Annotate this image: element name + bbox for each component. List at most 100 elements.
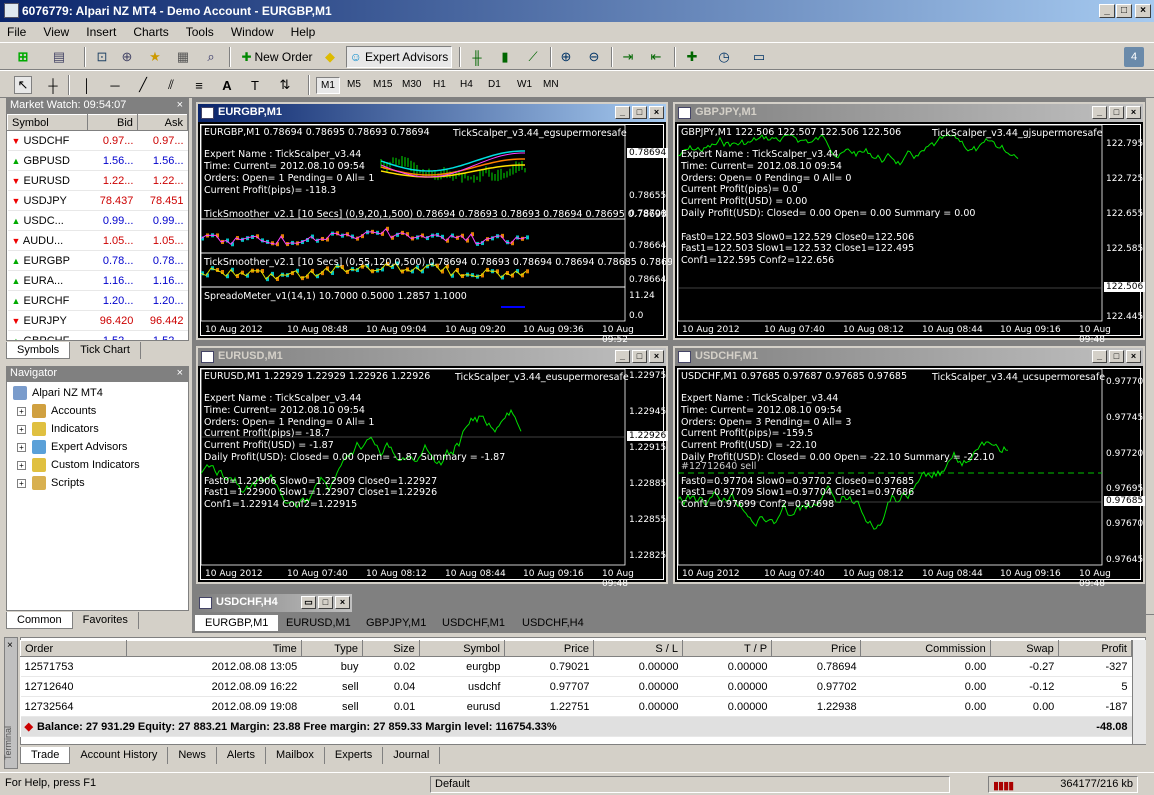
auto-scroll-icon[interactable]: ⇥ [619,48,637,66]
market-watch-row[interactable]: ▲ EURA... 1.16... 1.16... [7,270,188,291]
market-watch-row[interactable]: ▲ EURCHF 1.20... 1.20... [7,290,188,311]
tab-mailbox[interactable]: Mailbox [266,747,325,764]
text-label-icon[interactable]: T [246,76,264,94]
tf-h1[interactable]: H1 [429,77,450,92]
minimize-button[interactable]: _ [1092,350,1107,363]
maximize-button[interactable]: □ [1109,350,1124,363]
close-icon[interactable]: × [7,640,13,651]
tab-account-history[interactable]: Account History [70,747,169,764]
close-button[interactable]: × [649,350,664,363]
market-watch-row[interactable]: ▼ AUDU... 1.05... 1.05... [7,230,188,251]
nav-custom-indicators[interactable]: + Custom Indicators [17,458,140,472]
col-symbol[interactable]: Symbol [7,114,88,131]
menu-tools[interactable]: Tools [179,22,221,39]
chart-title[interactable]: EURGBP,M1 _ □ × [198,104,666,122]
chart-title[interactable]: GBPJPY,M1 _ □ × [675,104,1143,122]
vertical-line-icon[interactable]: │ [78,76,96,94]
line-chart-icon[interactable]: ⟋ [524,48,542,66]
close-icon[interactable]: × [177,99,183,111]
close-icon[interactable]: × [177,367,183,379]
market-watch-icon[interactable]: ⊡ [93,48,111,66]
minimize-button[interactable]: _ [615,106,630,119]
menu-charts[interactable]: Charts [126,22,175,39]
chart-title[interactable]: USDCHF,M1 _ □ × [675,348,1143,366]
col-profit-11[interactable]: Profit [1057,640,1133,657]
chart-window-gbpjpy[interactable]: GBPJPY,M1 _ □ × GBPJPY,M1 122.506 122.50… [672,101,1146,345]
nav-indicators[interactable]: + Indicators [17,422,99,436]
periods-icon[interactable]: ◷ [715,48,733,66]
horizontal-line-icon[interactable]: ─ [106,76,124,94]
chart-canvas[interactable]: GBPJPY,M1 122.506 122.507 122.506 122.50… [677,124,1146,345]
chart-canvas[interactable]: EURGBP,M1 0.78694 0.78695 0.78693 0.7869… [200,124,679,345]
market-watch-row[interactable]: ▼ EURUSD 1.22... 1.22... [7,170,188,191]
menu-view[interactable]: View [36,22,76,39]
chart-window-eurgbp[interactable]: EURGBP,M1 _ □ × EURGBP,M1 0.78694 0.7869… [195,101,679,345]
tab-common[interactable]: Common [6,612,73,629]
text-icon[interactable]: A [218,76,236,94]
terminal-icon[interactable]: ▦ [174,48,192,66]
minimized-chart-usdchf-h4[interactable]: USDCHF,H4 ▭ □ × [196,594,352,612]
col-size-3[interactable]: Size [362,640,420,657]
candlestick-icon[interactable]: ▮ [496,48,514,66]
close-button[interactable]: × [649,106,664,119]
nav-accounts[interactable]: + Accounts [17,404,96,418]
maximize-button[interactable]: □ [632,350,647,363]
navigator-icon[interactable]: ★ [146,48,164,66]
tab-trade[interactable]: Trade [20,747,71,764]
tester-icon[interactable]: ⌕ [202,48,220,66]
nav-root[interactable]: Alpari NZ MT4 [13,386,103,400]
tf-w1[interactable]: W1 [513,77,536,92]
terminal-scrollbar[interactable] [1132,640,1146,744]
tf-m15[interactable]: M15 [369,77,396,92]
trade-row[interactable]: 12732564 2012.08.09 19:08 sell 0.01 eurusd 1.… [20,696,1132,717]
tf-mn[interactable]: MN [539,77,563,92]
arrows-icon[interactable]: ⇅ [276,76,294,94]
minimize-button[interactable]: _ [1092,106,1107,119]
chart-shift-icon[interactable]: ⇤ [647,48,665,66]
col-commission-9[interactable]: Commission [860,640,991,657]
chart-tab-usdchf-h4[interactable]: USDCHF,H4 [512,617,595,629]
maximize-button[interactable]: □ [318,596,333,609]
col-swap-10[interactable]: Swap [989,640,1059,657]
cursor-icon[interactable]: ↖ [14,76,32,94]
zoom-out-icon[interactable]: ⊖ [585,48,603,66]
tf-d1[interactable]: D1 [484,77,505,92]
expert-advisors-button[interactable]: ☺ Expert Advisors [346,46,452,68]
new-chart-icon[interactable]: ⊞ [14,48,32,66]
menu-file[interactable]: File [0,22,33,39]
chart-window-usdchf[interactable]: USDCHF,M1 _ □ × USDCHF,M1 0.97685 0.9768… [672,345,1146,589]
close-button[interactable]: × [1126,106,1141,119]
close-button[interactable]: × [335,596,350,609]
restore-button[interactable]: ▭ [301,596,316,609]
close-button[interactable]: × [1135,4,1151,18]
market-watch-row[interactable]: ▼ USDCHF 0.97... 0.97... [7,130,188,151]
chart-canvas[interactable]: EURUSD,M1 1.22929 1.22929 1.22926 1.2292… [200,368,669,589]
market-watch-row[interactable]: ▲ USDC... 0.99... 0.99... [7,210,188,231]
channel-icon[interactable]: ⫽ [162,76,180,94]
trade-row[interactable]: 12712640 2012.08.09 16:22 sell 0.04 usdchf 0.… [20,676,1132,697]
maximize-button[interactable]: □ [632,106,647,119]
chart-title[interactable]: EURUSD,M1 _ □ × [198,348,666,366]
market-watch-row[interactable]: ▲ EURGBP 0.78... 0.78... [7,250,188,271]
tab-scroll-left[interactable]: ◂ [1120,617,1126,630]
bar-chart-icon[interactable]: ╫ [468,48,486,66]
col-price-8[interactable]: Price [771,640,862,657]
new-order-button[interactable]: ✚ New Order [238,46,316,68]
chart-window-eurusd[interactable]: EURUSD,M1 _ □ × EURUSD,M1 1.22929 1.2292… [195,345,669,589]
data-window-icon[interactable]: ⊕ [118,48,136,66]
maximize-button[interactable]: □ [1116,4,1132,18]
col-type-2[interactable]: Type [300,640,364,657]
chart-tab-usdchf[interactable]: USDCHF,M1 [432,617,516,629]
chart-canvas[interactable]: USDCHF,M1 0.97685 0.97687 0.97685 0.9768… [677,368,1146,589]
chart-tab-gbpjpy[interactable]: GBPJPY,M1 [356,617,438,629]
alert-icon[interactable]: ◆ [321,48,339,66]
col-tp-7[interactable]: T / P [681,640,773,657]
notification-badge[interactable]: 4 [1124,47,1144,67]
chart-tab-eurusd[interactable]: EURUSD,M1 [276,617,362,629]
tf-m1[interactable]: M1 [316,77,340,94]
chart-tab-eurgbp[interactable]: EURGBP,M1 [194,615,280,632]
col-symbol-4[interactable]: Symbol [418,640,505,657]
market-watch-row[interactable]: ▼ USDJPY 78.437 78.451 [7,190,188,211]
fibonacci-icon[interactable]: ≡ [190,76,208,94]
tf-h4[interactable]: H4 [456,77,477,92]
